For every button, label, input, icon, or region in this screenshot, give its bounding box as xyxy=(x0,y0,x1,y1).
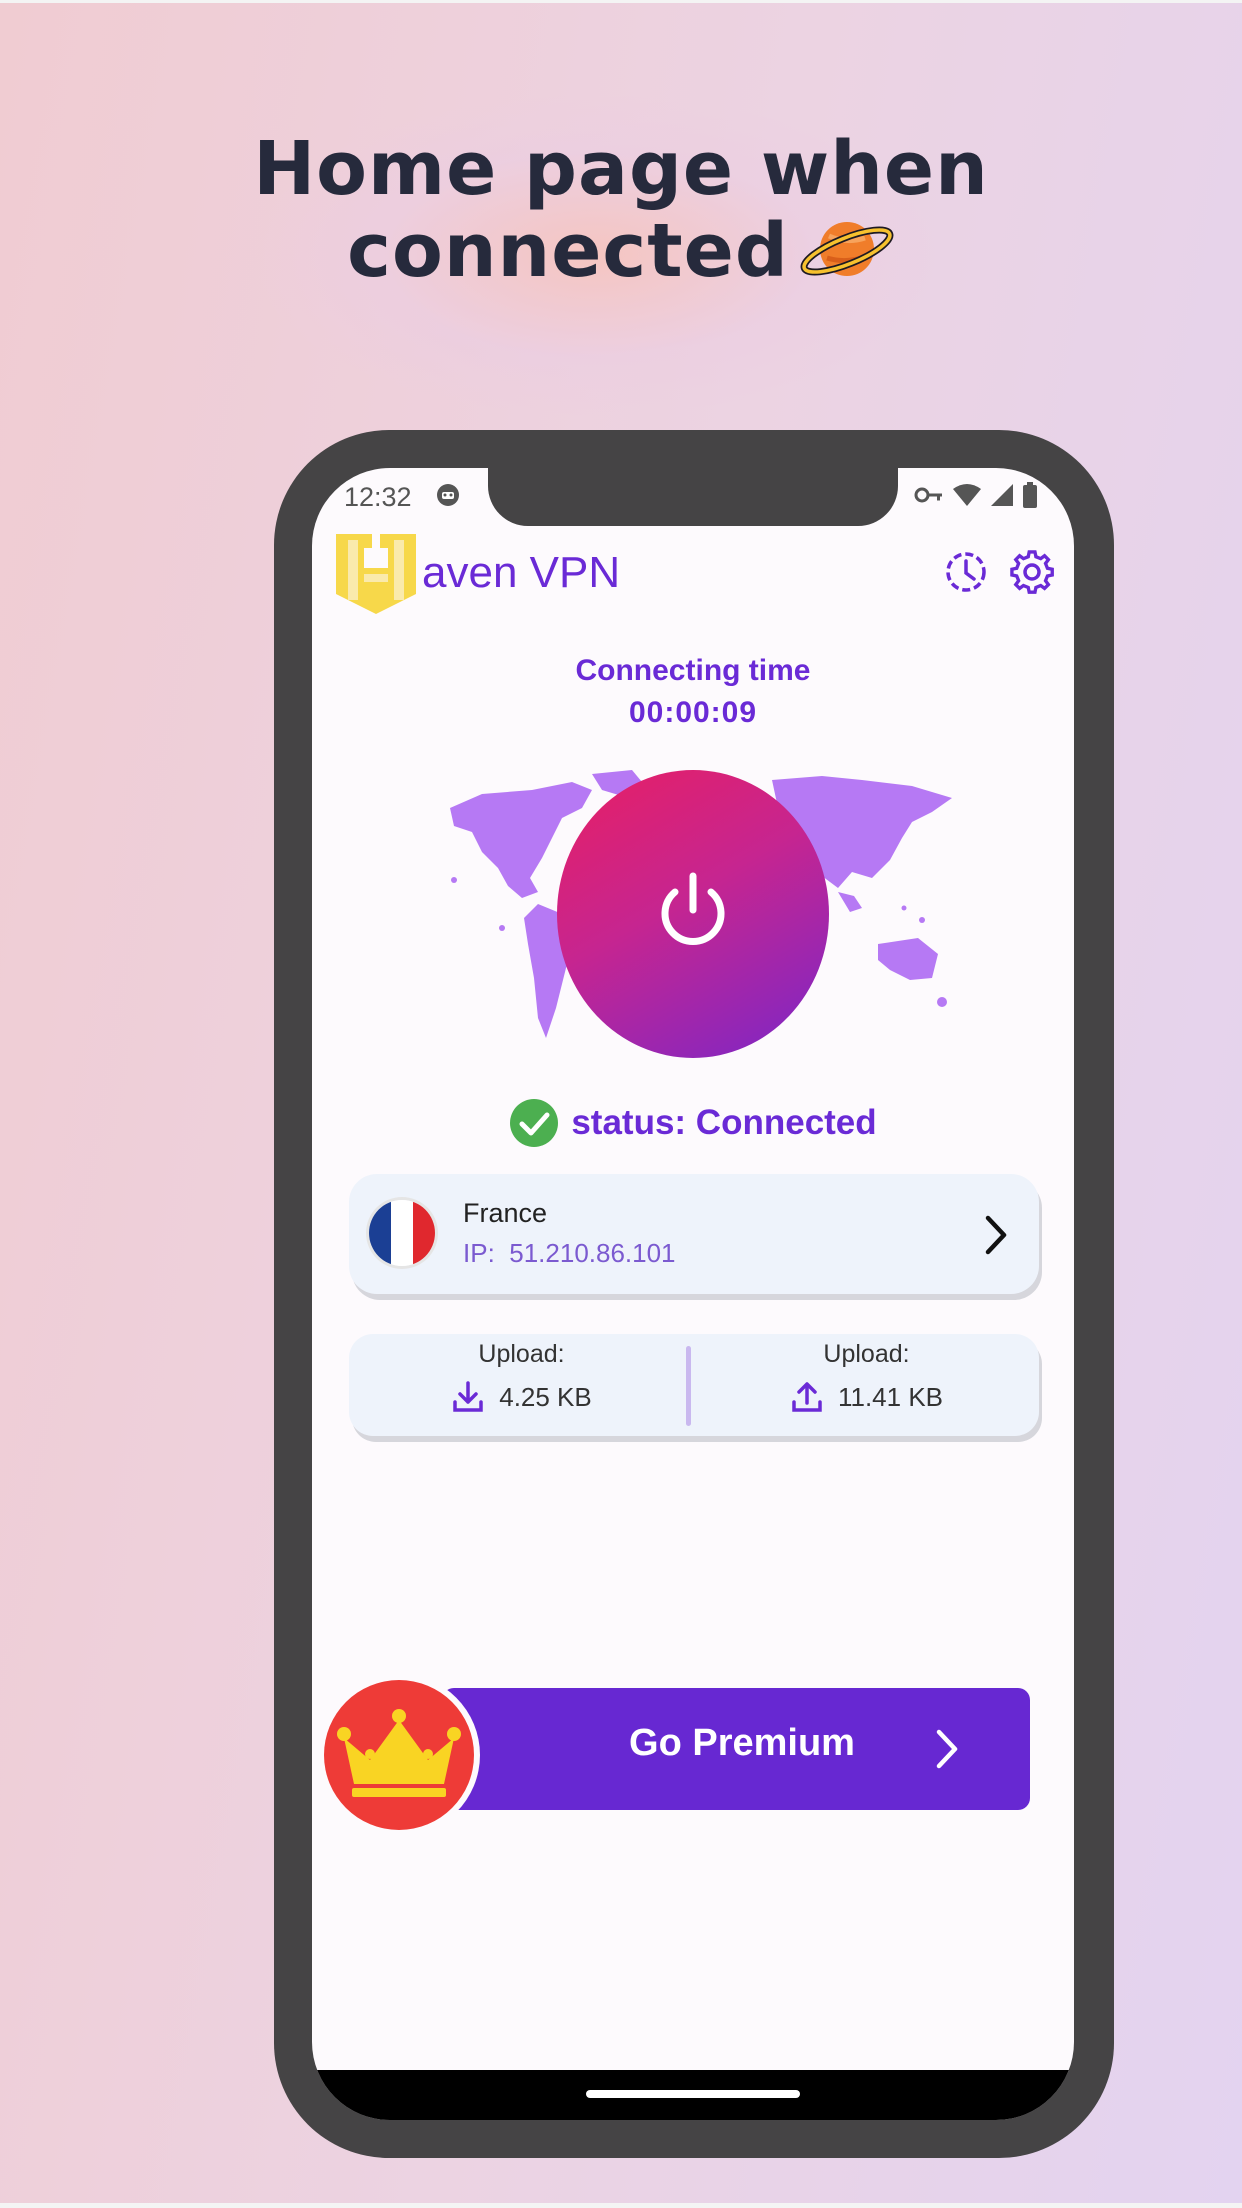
upload-value: 11.41 KB xyxy=(837,1381,944,1412)
traffic-divider xyxy=(686,1346,691,1426)
france-flag xyxy=(369,1200,435,1266)
phone-screen: 12:32 aven VPN Connecting time 00:00:09 … xyxy=(312,468,1074,2120)
server-ip-value: 51.210.86.101 xyxy=(509,1238,676,1268)
upload-label: Upload: xyxy=(823,1340,910,1368)
chevron-right-icon xyxy=(985,1215,1007,1255)
chevron-right-icon xyxy=(936,1729,958,1769)
planet-icon xyxy=(800,222,894,276)
settings-gear-icon[interactable] xyxy=(1010,550,1054,594)
connecting-timer: 00:00:09 xyxy=(628,696,758,729)
status-time: 12:32 xyxy=(344,482,412,512)
headline-line-1: Home page when xyxy=(253,126,989,212)
face-icon xyxy=(437,484,459,506)
power-button[interactable] xyxy=(557,770,829,1058)
status-icons xyxy=(914,482,1038,508)
headline-line-2-text: connected xyxy=(347,208,789,294)
connecting-time-label: Connecting time xyxy=(575,654,811,687)
server-selector[interactable]: France IP: 51.210.86.101 xyxy=(349,1174,1039,1294)
server-country: France xyxy=(463,1198,548,1228)
check-circle-icon xyxy=(510,1099,559,1147)
download-icon xyxy=(453,1381,483,1412)
signal-icon xyxy=(991,484,1013,506)
haven-logo xyxy=(336,534,416,614)
download-value: 4.25 KB xyxy=(499,1381,592,1412)
upload-stat: Upload: 11.41 KB xyxy=(694,1334,1039,1436)
bottom-border xyxy=(0,2203,1242,2208)
battery-icon xyxy=(1023,482,1037,508)
upload-row: 11.41 KB xyxy=(694,1380,1039,1414)
connection-status: status: Connected xyxy=(312,1098,1074,1148)
download-label: Upload: xyxy=(478,1340,565,1368)
history-icon[interactable] xyxy=(944,550,988,594)
notch xyxy=(488,468,898,526)
upload-icon xyxy=(792,1382,822,1412)
vpn-key-icon xyxy=(914,487,942,503)
status-text: status: Connected xyxy=(571,1103,877,1142)
headline: Home page when connected xyxy=(0,128,1242,292)
phone-frame: 12:32 aven VPN Connecting time 00:00:09 … xyxy=(274,430,1114,2158)
server-ip-label: IP: xyxy=(463,1238,495,1268)
brand-name: aven VPN xyxy=(422,548,621,597)
traffic-stats: Upload: 4.25 KB Upload: 11.41 KB xyxy=(349,1334,1039,1436)
crown-icon xyxy=(337,1709,461,1797)
server-ip-row: IP: 51.210.86.101 xyxy=(463,1238,676,1269)
download-stat: Upload: 4.25 KB xyxy=(349,1334,694,1436)
headline-line-2: connected xyxy=(0,210,1242,292)
home-indicator[interactable] xyxy=(586,2090,800,2098)
top-border xyxy=(0,0,1242,3)
download-row: 4.25 KB xyxy=(349,1380,694,1414)
crown-badge xyxy=(324,1680,474,1830)
go-premium-button[interactable]: Go Premium xyxy=(442,1688,1030,1810)
wifi-icon xyxy=(953,484,981,506)
power-icon xyxy=(661,872,725,945)
